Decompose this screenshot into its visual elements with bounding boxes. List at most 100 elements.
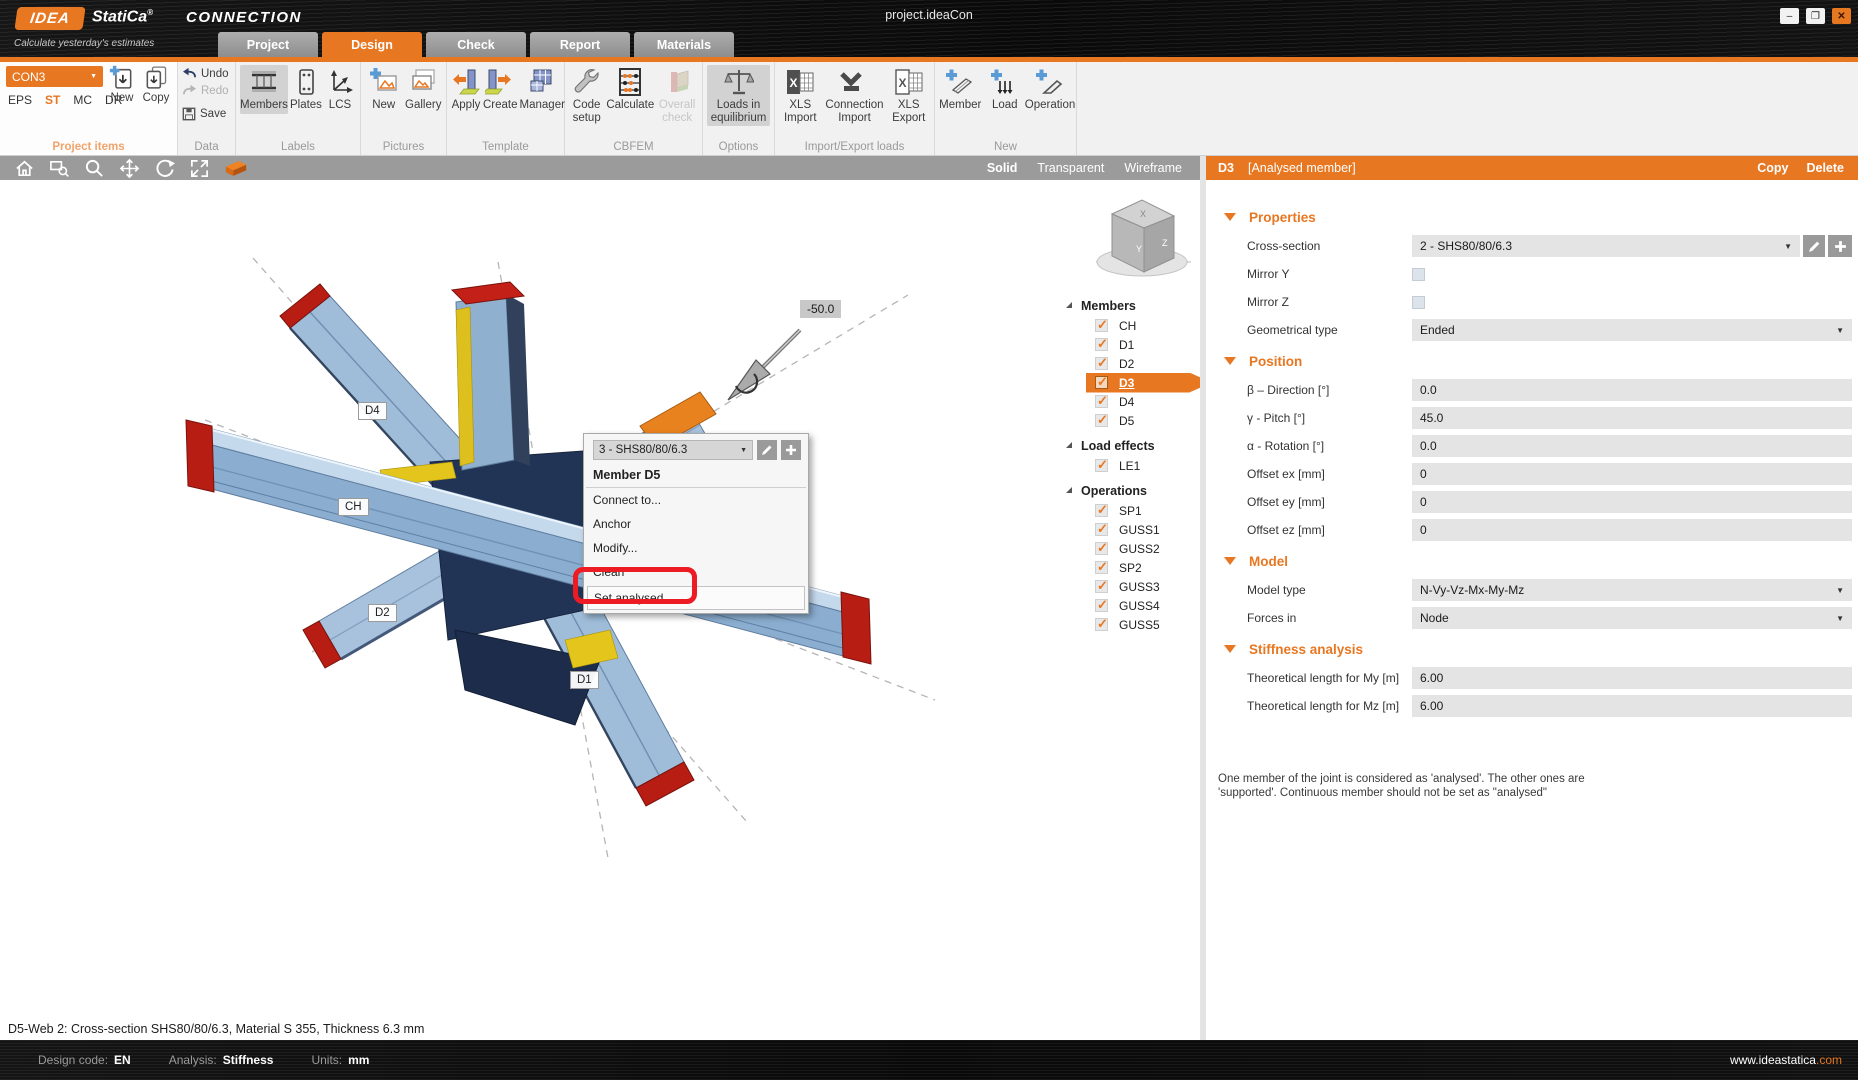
offset-ex-input[interactable]: 0 — [1412, 463, 1852, 485]
tree-item-d5[interactable]: D5 — [1062, 411, 1200, 430]
model-type-dropdown[interactable]: N-Vy-Vz-Mx-My-Mz▼ — [1412, 579, 1852, 601]
display-mode-solid[interactable]: Solid — [987, 161, 1018, 175]
member-tag-d4[interactable]: D4 — [358, 402, 387, 420]
undo-button[interactable]: Undo — [178, 65, 235, 82]
offset-ey-input[interactable]: 0 — [1412, 491, 1852, 513]
template-create-button[interactable]: Create — [483, 65, 518, 114]
website-link[interactable]: www.ideastatica.com — [1730, 1053, 1842, 1067]
tree-item-guss4[interactable]: GUSS4 — [1062, 596, 1200, 615]
home-view-icon[interactable] — [14, 158, 35, 179]
expander-icon[interactable] — [1066, 487, 1072, 493]
offset-ez-input[interactable]: 0 — [1412, 519, 1852, 541]
checkbox-checked-icon[interactable] — [1095, 357, 1108, 370]
tree-section-operations[interactable]: Operations — [1062, 481, 1200, 501]
tab-design[interactable]: Design — [322, 32, 422, 57]
expander-icon[interactable] — [1066, 442, 1072, 448]
menu-item-connect-to[interactable]: Connect to... — [584, 488, 808, 512]
forces-in-dropdown[interactable]: Node▼ — [1412, 607, 1852, 629]
checkbox-checked-icon[interactable] — [1095, 542, 1108, 555]
tree-item-le1[interactable]: LE1 — [1062, 456, 1200, 475]
expander-icon[interactable] — [1066, 302, 1072, 308]
tree-item-sp1[interactable]: SP1 — [1062, 501, 1200, 520]
template-manager-button[interactable]: Manager — [520, 65, 565, 114]
checkbox-checked-icon[interactable] — [1095, 338, 1108, 351]
tree-item-ch[interactable]: CH — [1062, 316, 1200, 335]
xls-export-button[interactable]: X XLS Export — [887, 65, 930, 126]
copy-item-button[interactable]: Copy — [140, 64, 172, 104]
collapse-icon[interactable] — [1224, 213, 1236, 221]
collapse-icon[interactable] — [1224, 357, 1236, 365]
add-cross-section-button[interactable] — [781, 440, 801, 460]
picture-new-button[interactable]: New — [365, 65, 403, 114]
minimize-button[interactable]: – — [1780, 8, 1799, 24]
checkbox-checked-icon[interactable] — [1095, 414, 1108, 427]
loads-in-equilibrium-button[interactable]: Loads in equilibrium — [707, 65, 770, 126]
member-tag-d2[interactable]: D2 — [368, 604, 397, 622]
member-vertical-top[interactable] — [452, 282, 530, 470]
redo-button[interactable]: Redo — [178, 82, 235, 99]
zoom-icon[interactable] — [84, 158, 105, 179]
display-mode-transparent[interactable]: Transparent — [1037, 161, 1104, 175]
add-cross-section-button[interactable] — [1828, 235, 1852, 257]
code-setup-button[interactable]: Code setup — [569, 65, 604, 126]
tree-item-d4[interactable]: D4 — [1062, 392, 1200, 411]
edit-cross-section-button[interactable] — [1803, 235, 1825, 257]
context-cross-section-dropdown[interactable]: 3 - SHS80/80/6.3▼ — [593, 440, 753, 460]
maximize-button[interactable]: ❐ — [1806, 8, 1825, 24]
checkbox-checked-icon[interactable] — [1095, 580, 1108, 593]
tree-item-guss3[interactable]: GUSS3 — [1062, 577, 1200, 596]
rotate-icon[interactable] — [154, 158, 175, 179]
tree-section-load-effects[interactable]: Load effects — [1062, 436, 1200, 456]
new-load-button[interactable]: Load — [984, 65, 1027, 114]
member-tag-d1[interactable]: D1 — [570, 671, 599, 689]
fullscreen-icon[interactable] — [189, 158, 210, 179]
mode-mc[interactable]: MC — [73, 93, 92, 107]
navigation-cube[interactable]: Y Z X — [1096, 190, 1192, 284]
delete-member-button[interactable]: Delete — [1806, 161, 1844, 175]
collapse-icon[interactable] — [1224, 557, 1236, 565]
gamma-pitch-input[interactable]: 45.0 — [1412, 407, 1852, 429]
menu-item-anchor[interactable]: Anchor — [584, 512, 808, 536]
member-paint-icon[interactable] — [224, 159, 248, 178]
gallery-button[interactable]: Gallery — [405, 65, 443, 114]
member-tag-ch[interactable]: CH — [338, 498, 369, 516]
mirror-y-checkbox[interactable] — [1412, 268, 1425, 281]
lcs-labels-button[interactable]: LCS — [324, 65, 356, 114]
overall-check-button[interactable]: Overall check — [656, 65, 698, 126]
tree-item-guss1[interactable]: GUSS1 — [1062, 520, 1200, 539]
checkbox-checked-icon[interactable] — [1095, 395, 1108, 408]
tree-item-d1[interactable]: D1 — [1062, 335, 1200, 354]
new-member-button[interactable]: Member — [939, 65, 982, 114]
tree-item-guss5[interactable]: GUSS5 — [1062, 615, 1200, 634]
save-button[interactable]: Save — [178, 105, 235, 122]
connection-import-button[interactable]: Connection Import — [824, 65, 886, 126]
members-labels-button[interactable]: Members — [240, 65, 288, 114]
mode-st[interactable]: ST — [45, 93, 60, 107]
tree-item-sp2[interactable]: SP2 — [1062, 558, 1200, 577]
tab-report[interactable]: Report — [530, 32, 630, 57]
edit-cross-section-button[interactable] — [757, 440, 777, 460]
collapse-icon[interactable] — [1224, 645, 1236, 653]
beta-direction-input[interactable]: 0.0 — [1412, 379, 1852, 401]
mirror-z-checkbox[interactable] — [1412, 296, 1425, 309]
checkbox-checked-icon[interactable] — [1095, 319, 1108, 332]
tree-item-d2[interactable]: D2 — [1062, 354, 1200, 373]
pan-icon[interactable] — [119, 158, 140, 179]
tab-project[interactable]: Project — [218, 32, 318, 57]
new-operation-button[interactable]: Operation — [1028, 65, 1072, 114]
load-force-arrow[interactable] — [728, 330, 800, 400]
template-apply-button[interactable]: Apply — [451, 65, 481, 114]
mode-eps[interactable]: EPS — [8, 93, 32, 107]
tree-item-guss2[interactable]: GUSS2 — [1062, 539, 1200, 558]
checkbox-checked-icon[interactable] — [1095, 618, 1108, 631]
plates-labels-button[interactable]: Plates — [290, 65, 322, 114]
xls-import-button[interactable]: X XLS Import — [779, 65, 822, 126]
checkbox-checked-icon[interactable] — [1095, 376, 1108, 389]
close-button[interactable]: ✕ — [1832, 8, 1851, 24]
checkbox-checked-icon[interactable] — [1095, 561, 1108, 574]
checkbox-checked-icon[interactable] — [1095, 504, 1108, 517]
tab-check[interactable]: Check — [426, 32, 526, 57]
checkbox-checked-icon[interactable] — [1095, 459, 1108, 472]
tree-section-members[interactable]: Members — [1062, 296, 1200, 316]
geometrical-type-dropdown[interactable]: Ended▼ — [1412, 319, 1852, 341]
